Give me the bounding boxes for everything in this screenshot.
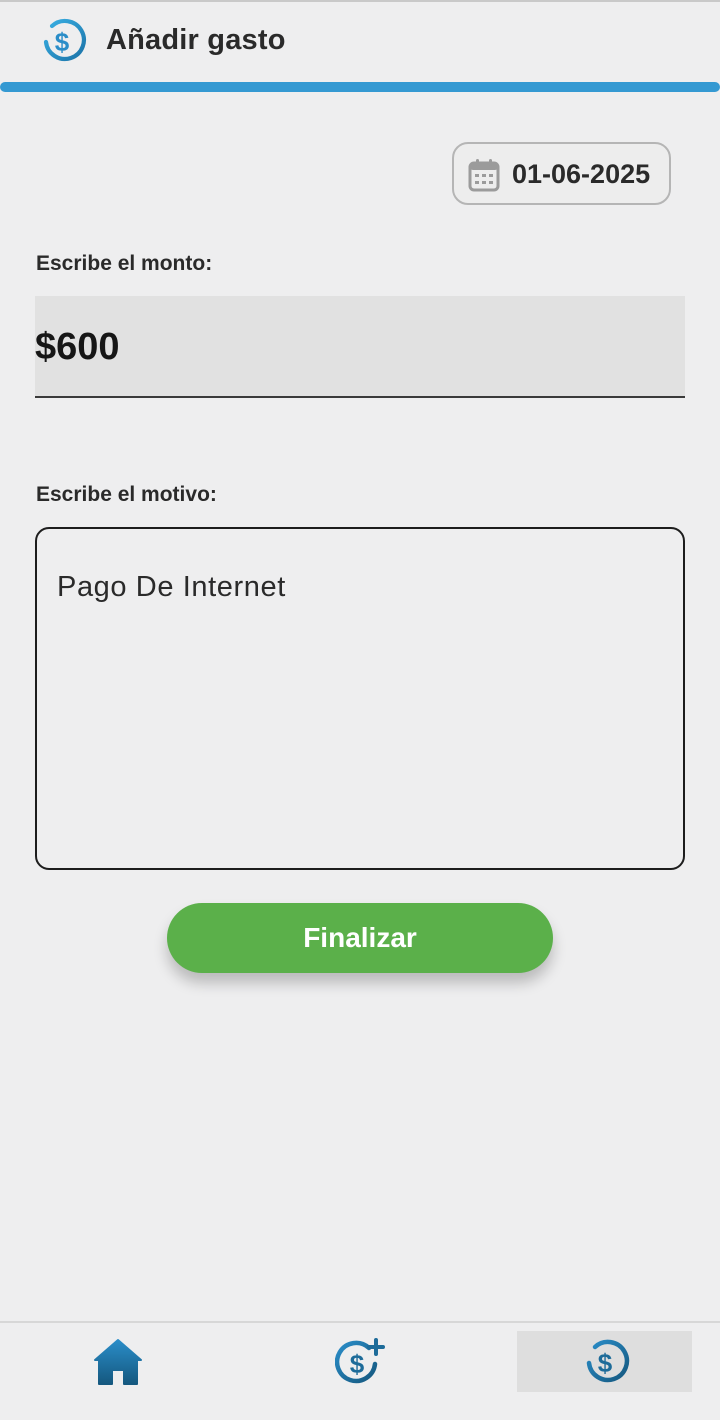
bottom-navigation: $ $ <box>0 1321 720 1420</box>
page-title: Añadir gasto <box>106 24 286 56</box>
app-screen: $ Añadir gasto 01-06-2025 Escribe el mon… <box>0 0 720 1420</box>
reason-label: Escribe el motivo: <box>36 483 217 506</box>
nav-item-add-expense[interactable]: $ <box>517 1331 692 1392</box>
home-icon <box>93 1338 142 1385</box>
reason-textarea[interactable]: Pago De Internet <box>35 527 685 870</box>
svg-text:$: $ <box>55 27 70 57</box>
app-header: $ Añadir gasto <box>0 2 720 92</box>
expense-dollar-icon: $ <box>36 18 88 64</box>
amount-label: Escribe el monto: <box>36 252 213 275</box>
add-income-icon: $ <box>334 1337 385 1383</box>
amount-input[interactable]: $600 <box>35 296 685 398</box>
svg-text:$: $ <box>597 1348 612 1378</box>
date-value: 01-06-2025 <box>512 159 651 189</box>
svg-text:$: $ <box>349 1349 364 1379</box>
reason-value: Pago De Internet <box>57 571 286 603</box>
finalize-button[interactable]: Finalizar <box>167 903 553 973</box>
date-picker-button[interactable]: 01-06-2025 <box>452 142 671 205</box>
amount-value: $600 <box>35 326 120 368</box>
calendar-icon <box>468 158 500 192</box>
header-accent-bar <box>0 82 720 92</box>
nav-item-add-income[interactable]: $ <box>272 1331 447 1392</box>
add-expense-icon: $ <box>580 1339 629 1382</box>
nav-item-home[interactable] <box>30 1331 205 1392</box>
